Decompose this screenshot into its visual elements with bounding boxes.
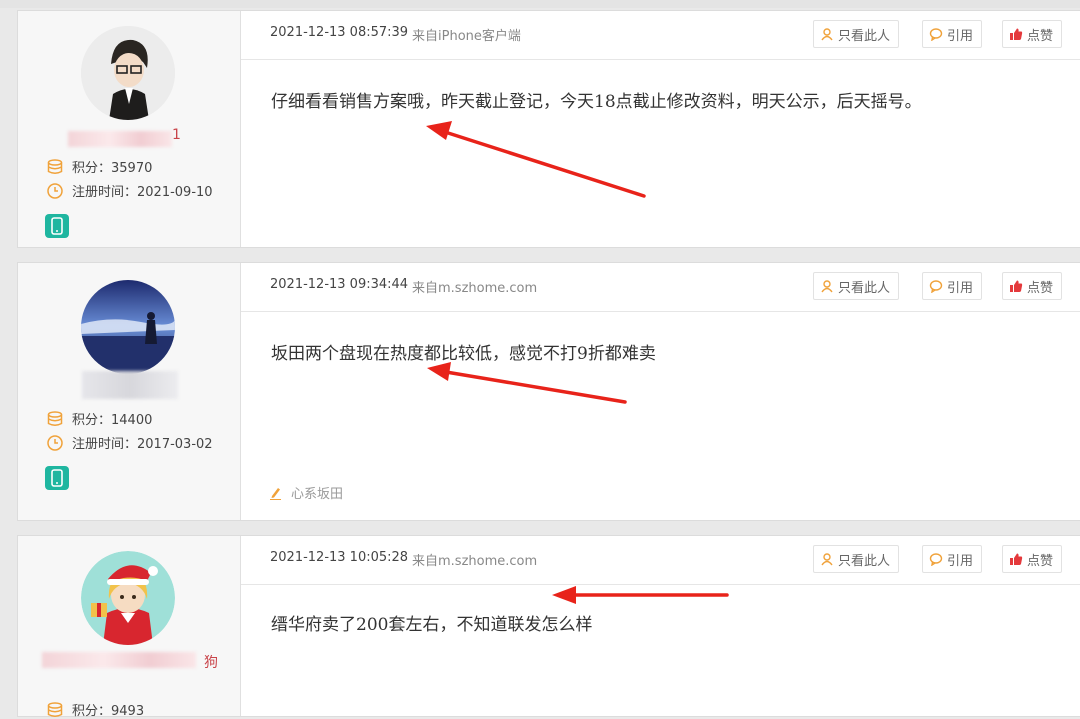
user-avatar[interactable] (81, 551, 175, 645)
post-time: 2021-12-13 08:57:39 (270, 25, 409, 40)
user-sidebar: 1 积分：35970 注册时间：2021-09-10 (18, 11, 241, 247)
speech-bubble-icon (929, 28, 943, 41)
like-button[interactable]: 点赞 (1002, 20, 1063, 48)
thumbs-up-icon (1010, 553, 1023, 565)
quote-label: 引用 (947, 553, 974, 569)
user-sidebar: 狗 积分：9493 (18, 536, 241, 719)
user-avatar[interactable] (81, 280, 175, 374)
post-source: 来自m.szhome.com (412, 554, 538, 569)
post-meta: 2021-12-13 10:05:28 来自m.szhome.com 只看此人 … (241, 536, 1080, 585)
username-blurred (42, 652, 196, 668)
user-points: 积分：9493 (46, 700, 144, 719)
user-points: 积分：14400 (46, 409, 152, 428)
username-tail[interactable]: 狗 (204, 652, 218, 672)
user-icon (821, 28, 833, 41)
only-author-button[interactable]: 只看此人 (813, 20, 900, 48)
post-content: 缙华府卖了200套左右，不知道联发怎么样 (271, 615, 593, 635)
points-text: 积分：14400 (72, 413, 153, 428)
coins-icon (47, 410, 63, 426)
mobile-badge-icon (45, 466, 69, 490)
username-blurred (68, 131, 172, 147)
post-meta: 2021-12-13 09:34:44 来自m.szhome.com 只看此人 … (241, 263, 1080, 312)
post-main: 2021-12-13 08:57:39 来自iPhone客户端 只看此人 引用 … (241, 11, 1080, 247)
registered-text: 注册时间：2021-09-10 (72, 185, 213, 200)
post-main: 2021-12-13 10:05:28 来自m.szhome.com 只看此人 … (241, 536, 1080, 716)
quote-button[interactable]: 引用 (922, 20, 983, 48)
pencil-icon (270, 487, 281, 500)
user-avatar[interactable] (81, 26, 175, 120)
quote-button[interactable]: 引用 (922, 272, 983, 300)
clock-icon (47, 182, 63, 199)
like-label: 点赞 (1027, 28, 1054, 44)
thumbs-up-icon (1010, 280, 1023, 292)
post-time: 2021-12-13 10:05:28 (270, 550, 409, 565)
user-icon (821, 553, 833, 566)
clock-icon (47, 434, 63, 451)
mobile-badge-icon (45, 214, 69, 238)
only-author-button[interactable]: 只看此人 (813, 545, 900, 573)
username-tail[interactable]: 1 (172, 127, 181, 143)
quote-label: 引用 (947, 280, 974, 296)
tag-label: 心系坂田 (291, 487, 344, 502)
quote-button[interactable]: 引用 (922, 545, 983, 573)
forum-post: 积分：14400 注册时间：2017-03-02 2021-12-13 09:3… (17, 262, 1080, 521)
registered-text: 注册时间：2017-03-02 (72, 437, 213, 452)
quote-label: 引用 (947, 28, 974, 44)
user-sidebar: 积分：14400 注册时间：2017-03-02 (18, 263, 241, 520)
thumbs-up-icon (1010, 28, 1023, 40)
post-meta: 2021-12-13 08:57:39 来自iPhone客户端 只看此人 引用 … (241, 11, 1080, 60)
only-author-button[interactable]: 只看此人 (813, 272, 900, 300)
post-content: 坂田两个盘现在热度都比较低，感觉不打9折都难卖 (271, 344, 656, 364)
only-author-label: 只看此人 (838, 553, 891, 569)
post-time: 2021-12-13 09:34:44 (270, 277, 409, 292)
username-blurred (82, 371, 178, 399)
only-author-label: 只看此人 (838, 280, 891, 296)
like-button[interactable]: 点赞 (1002, 272, 1063, 300)
page-top-strip (0, 0, 1080, 8)
only-author-label: 只看此人 (838, 28, 891, 44)
user-points: 积分：35970 (46, 157, 152, 176)
post-source: 来自iPhone客户端 (412, 29, 521, 44)
coins-icon (47, 158, 63, 174)
coins-icon (47, 701, 63, 717)
points-text: 积分：9493 (72, 704, 145, 719)
speech-bubble-icon (929, 553, 943, 566)
forum-post: 狗 积分：9493 2021-12-13 10:05:28 来自m.szhome… (17, 535, 1080, 719)
user-icon (821, 280, 833, 293)
user-registered: 注册时间：2021-09-10 (46, 181, 213, 200)
post-main: 2021-12-13 09:34:44 来自m.szhome.com 只看此人 … (241, 263, 1080, 520)
like-label: 点赞 (1027, 553, 1054, 569)
user-registered: 注册时间：2017-03-02 (46, 433, 213, 452)
like-button[interactable]: 点赞 (1002, 545, 1063, 573)
post-content: 仔细看看销售方案哦，昨天截止登记，今天18点截止修改资料，明天公示，后天摇号。 (271, 92, 922, 112)
points-text: 积分：35970 (72, 161, 153, 176)
like-label: 点赞 (1027, 280, 1054, 296)
forum-post: 1 积分：35970 注册时间：2021-09-10 2021-12-13 08… (17, 10, 1080, 248)
post-tag[interactable]: 心系坂田 (269, 483, 343, 502)
speech-bubble-icon (929, 280, 943, 293)
post-source: 来自m.szhome.com (412, 281, 538, 296)
